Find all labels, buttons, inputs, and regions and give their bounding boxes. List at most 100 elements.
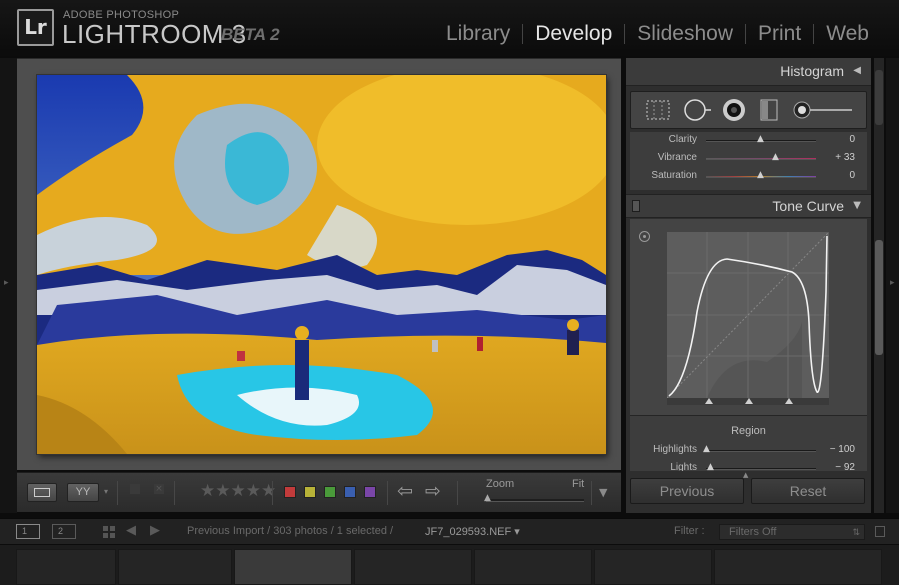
vibrance-slider-row: Vibrance ▲ + 33 xyxy=(630,150,867,168)
toolbar-divider xyxy=(457,481,458,505)
crop-overlay-icon[interactable] xyxy=(645,98,671,122)
saturation-slider-thumb[interactable]: ▲ xyxy=(757,170,764,180)
tone-curve-title: Tone Curve xyxy=(772,198,844,214)
collapse-left-icon[interactable]: ◀ xyxy=(853,65,861,76)
tone-curve-header[interactable]: Tone Curve ▼ xyxy=(626,194,871,218)
tone-curve-graph[interactable] xyxy=(667,232,829,405)
saturation-label: Saturation xyxy=(651,170,697,181)
filmstrip-thumbnail[interactable] xyxy=(234,549,352,585)
clarity-slider-thumb[interactable]: ▲ xyxy=(757,134,764,144)
color-label-green[interactable] xyxy=(324,486,336,498)
reset-button[interactable]: Reset xyxy=(751,478,865,504)
scrollbar-upper-track xyxy=(875,70,883,125)
histogram-header[interactable]: Histogram ◀ xyxy=(626,58,871,86)
previous-button[interactable]: Previous xyxy=(630,478,744,504)
filmstrip-thumbnail[interactable] xyxy=(714,549,882,585)
graduated-filter-icon[interactable] xyxy=(758,98,780,122)
vibrance-label: Vibrance xyxy=(657,152,697,163)
module-develop[interactable]: Develop xyxy=(523,22,624,46)
module-web[interactable]: Web xyxy=(814,22,881,46)
red-eye-icon[interactable] xyxy=(721,98,747,122)
lightroom-logo: Lr xyxy=(17,9,54,46)
collapse-right-panel-icon[interactable]: ▸ xyxy=(890,278,895,288)
grid-view-icon[interactable] xyxy=(103,526,116,539)
toolbar-divider xyxy=(272,481,273,505)
toolbar-divider xyxy=(117,481,118,505)
zoom-slider-thumb[interactable]: ▲ xyxy=(484,493,491,503)
filmstrip-thumbnail[interactable] xyxy=(16,549,116,585)
filmstrip-thumbnail[interactable] xyxy=(118,549,232,585)
dropdown-arrows-icon: ⇅ xyxy=(852,527,860,537)
filmstrip-thumbnail[interactable] xyxy=(594,549,712,585)
previous-photo-arrow-icon[interactable]: ⇦ xyxy=(397,480,413,502)
loupe-view xyxy=(17,58,621,470)
zoom-label: Zoom xyxy=(486,478,515,490)
toolbar-divider xyxy=(174,481,175,505)
tool-strip xyxy=(630,91,867,129)
source-breadcrumb[interactable]: Previous Import / 303 photos / 1 selecte… xyxy=(187,525,393,537)
loupe-view-icon xyxy=(34,488,50,497)
highlights-slider[interactable] xyxy=(706,450,816,452)
module-slideshow[interactable]: Slideshow xyxy=(625,22,745,46)
tone-curve-panel-switch[interactable] xyxy=(632,200,640,212)
secondary-window-button[interactable]: 2 xyxy=(52,524,76,539)
saturation-slider-row: Saturation ▲ 0 xyxy=(630,168,867,186)
color-label-purple[interactable] xyxy=(364,486,376,498)
tone-curve-body xyxy=(630,219,867,415)
filter-dropdown-value: Filters Off xyxy=(729,526,777,538)
adjustment-brush-icon[interactable] xyxy=(790,98,856,122)
color-label-yellow[interactable] xyxy=(304,486,316,498)
loupe-view-button[interactable] xyxy=(27,483,57,502)
before-after-button[interactable]: YY xyxy=(67,483,99,502)
pick-flag-icon[interactable] xyxy=(130,484,140,494)
app-beta-tag: BETA 2 xyxy=(221,25,280,44)
vibrance-slider-thumb[interactable]: ▲ xyxy=(772,152,779,162)
clarity-value[interactable]: 0 xyxy=(849,134,855,145)
scrollbar-thumb[interactable] xyxy=(875,240,883,355)
toolbar-divider xyxy=(591,481,592,505)
zoom-slider[interactable] xyxy=(486,499,584,502)
develop-right-panel: Histogram ◀ Clarity ▲ 0 Vibrance ▲ + 33 … xyxy=(626,58,871,513)
lights-slider-thumb[interactable]: ▲ xyxy=(707,462,714,471)
photo-preview[interactable] xyxy=(37,75,606,454)
lights-value[interactable]: − 92 xyxy=(835,462,855,471)
vibrance-slider[interactable] xyxy=(706,158,816,160)
module-print[interactable]: Print xyxy=(746,22,813,46)
app-product-name: LIGHTROOM 3 xyxy=(62,19,247,49)
toolbar-content-menu-icon[interactable]: ▼ xyxy=(599,486,607,499)
filmstrip-thumbnail[interactable] xyxy=(354,549,472,585)
filmstrip-thumbnail[interactable] xyxy=(474,549,592,585)
module-picker: Library Develop Slideshow Print Web xyxy=(434,22,881,46)
tone-curve-region: Region Highlights ▲ − 100 Lights ▲ − 92 xyxy=(630,415,867,471)
before-after-chevron-icon[interactable]: ▾ xyxy=(104,487,108,496)
current-filename[interactable]: JF7_029593.NEF ▾ xyxy=(425,525,520,538)
zoom-fit-label: Fit xyxy=(572,478,585,490)
spot-removal-icon[interactable] xyxy=(683,98,713,122)
color-label-blue[interactable] xyxy=(344,486,356,498)
clarity-slider-row: Clarity ▲ 0 xyxy=(630,132,867,150)
filter-dropdown[interactable]: Filters Off ⇅ xyxy=(719,524,865,540)
expand-left-panel-icon[interactable]: ▸ xyxy=(4,278,9,288)
lights-slider-row: Lights ▲ − 92 xyxy=(630,460,867,471)
vibrance-value[interactable]: + 33 xyxy=(835,152,855,163)
module-library[interactable]: Library xyxy=(434,22,522,46)
star-rating[interactable]: ★★★★★ xyxy=(200,481,276,501)
collapse-down-icon[interactable]: ▼ xyxy=(853,200,861,211)
back-arrow-icon[interactable]: ◀ xyxy=(126,523,136,538)
highlights-slider-thumb[interactable]: ▲ xyxy=(703,444,710,454)
highlights-slider-row: Highlights ▲ − 100 xyxy=(630,442,867,460)
lights-label: Lights xyxy=(670,462,697,471)
targeted-adjustment-icon[interactable] xyxy=(639,231,650,242)
saturation-value[interactable]: 0 xyxy=(849,170,855,181)
toolbar-divider xyxy=(387,481,388,505)
reject-flag-icon[interactable]: × xyxy=(154,484,164,494)
forward-arrow-icon[interactable]: ▶ xyxy=(150,523,160,538)
filter-lock-toggle[interactable] xyxy=(875,526,885,537)
highlights-value[interactable]: − 100 xyxy=(830,444,855,455)
lights-slider[interactable] xyxy=(706,468,816,470)
main-window-button[interactable]: 1 xyxy=(16,524,40,539)
color-label-red[interactable] xyxy=(284,486,296,498)
basic-presence-sliders: Clarity ▲ 0 Vibrance ▲ + 33 Saturation ▲… xyxy=(630,132,867,190)
develop-toolbar: YY ▾ × ★★★★★ ⇦ ⇨ Zoom Fit ▲ ▼ xyxy=(17,472,621,512)
next-photo-arrow-icon[interactable]: ⇨ xyxy=(425,480,441,502)
